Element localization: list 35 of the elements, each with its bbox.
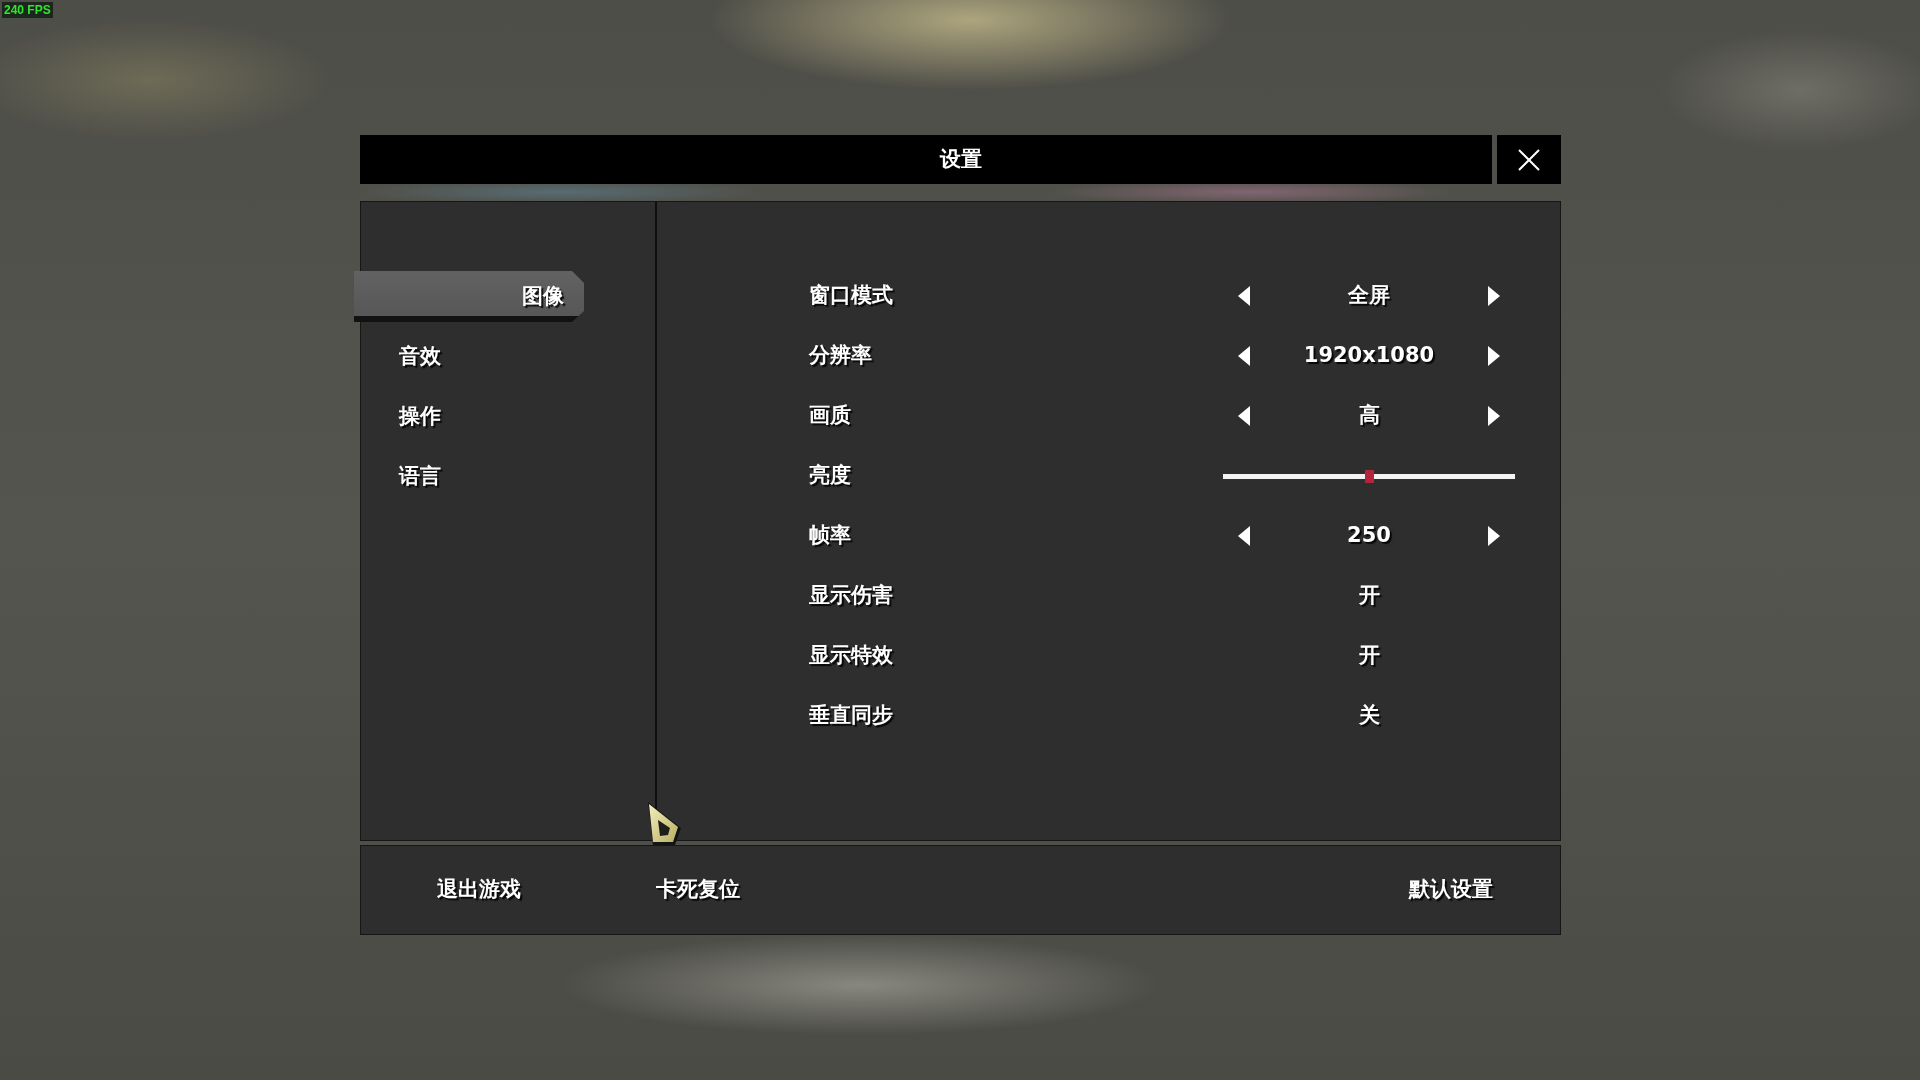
setting-label: 画质: [809, 403, 852, 429]
setting-label: 亮度: [809, 463, 852, 489]
setting-value[interactable]: 开: [1358, 583, 1380, 609]
sidebar-tab[interactable]: 操作: [361, 391, 655, 442]
setting-label: 帧率: [809, 523, 852, 549]
footer-button[interactable]: 默认设置: [1397, 869, 1505, 911]
sidebar-tab[interactable]: 图像: [354, 271, 584, 322]
setting-value: 1920x1080: [1303, 343, 1435, 369]
setting-value[interactable]: 关: [1358, 703, 1380, 729]
setting-value: 高: [1358, 403, 1380, 429]
dialog-title: 设置: [940, 146, 982, 173]
setting-label: 显示伤害: [809, 583, 894, 609]
close-button[interactable]: [1497, 135, 1561, 184]
setting-label: 垂直同步: [809, 703, 894, 729]
setting-label: 显示特效: [809, 643, 894, 669]
setting-value[interactable]: 开: [1358, 643, 1380, 669]
slider-thumb[interactable]: [1365, 469, 1374, 483]
right-arrow-icon[interactable]: [1487, 345, 1501, 367]
close-icon: [1518, 148, 1540, 171]
left-arrow-icon[interactable]: [1237, 345, 1251, 367]
setting-value: 全屏: [1348, 283, 1390, 309]
right-arrow-icon[interactable]: [1487, 285, 1501, 307]
right-arrow-icon[interactable]: [1487, 405, 1501, 427]
fps-counter: 240 FPS: [2, 2, 53, 18]
footer-button[interactable]: 退出游戏: [425, 869, 533, 911]
sidebar-tab[interactable]: 音效: [361, 331, 655, 382]
sidebar-tab[interactable]: 语言: [361, 451, 655, 502]
left-arrow-icon[interactable]: [1237, 525, 1251, 547]
left-arrow-icon[interactable]: [1237, 285, 1251, 307]
left-arrow-icon[interactable]: [1237, 405, 1251, 427]
right-arrow-icon[interactable]: [1487, 525, 1501, 547]
setting-value: 250: [1347, 523, 1391, 549]
setting-label: 窗口模式: [809, 283, 894, 309]
setting-label: 分辨率: [809, 343, 873, 369]
footer-button[interactable]: 卡死复位: [644, 869, 752, 911]
